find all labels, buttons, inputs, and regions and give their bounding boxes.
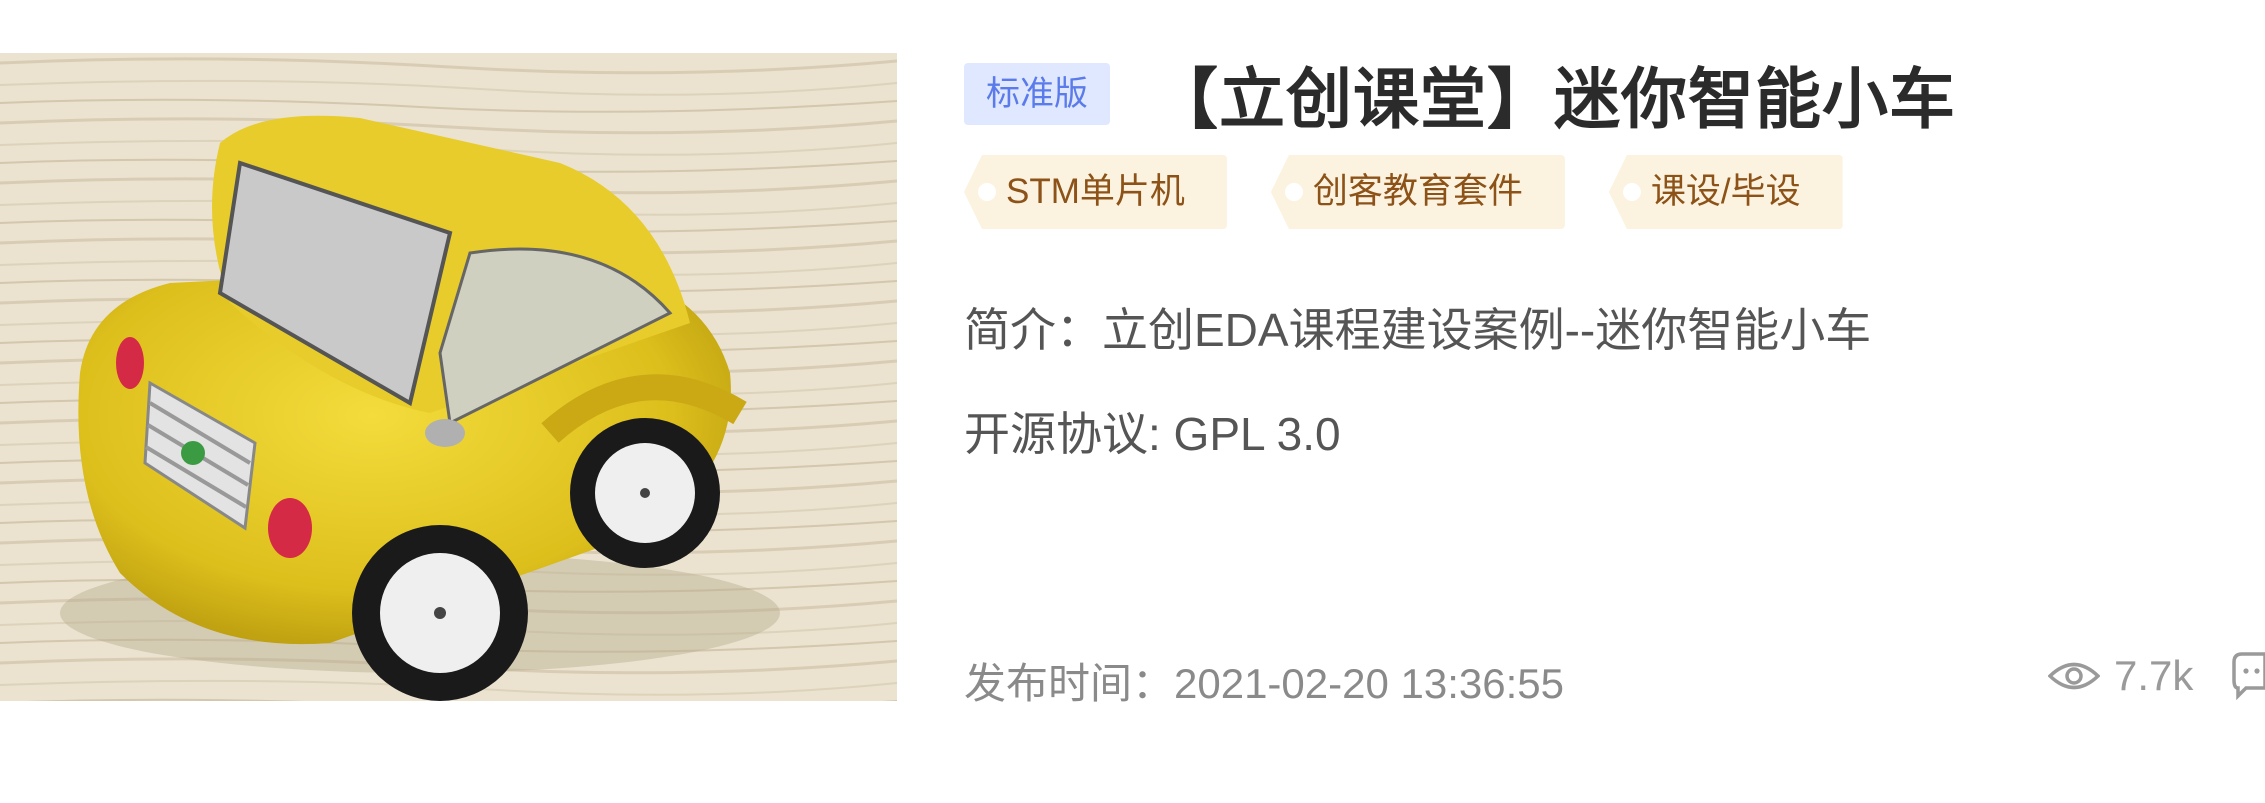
publish-time: 发布时间：2021-02-20 13:36:55	[964, 660, 1564, 707]
tag-hole-icon	[978, 183, 996, 201]
project-card[interactable]: 标准版 【立创课堂】迷你智能小车 STM单片机 创客教育套件 课设/毕设 简介：…	[0, 0, 2265, 803]
title-row: 标准版 【立创课堂】迷你智能小车	[964, 58, 1956, 136]
edition-badge: 标准版	[964, 63, 1110, 125]
tag-course-design[interactable]: 课设/毕设	[1608, 155, 1843, 229]
meta-row: 发布时间：2021-02-20 13:36:55 7.7k	[964, 650, 2265, 710]
project-info: 标准版 【立创课堂】迷你智能小车 STM单片机 创客教育套件 课设/毕设 简介：…	[964, 0, 2265, 803]
tag-label: 创客教育套件	[1312, 172, 1523, 211]
tag-hole-icon	[1622, 183, 1641, 201]
view-counter: 7.7k	[2048, 652, 2193, 700]
eye-icon	[2048, 662, 2100, 690]
project-license: 开源协议: GPL 3.0	[964, 408, 1341, 460]
comment-icon[interactable]	[2232, 650, 2265, 700]
tag-list: STM单片机 创客教育套件 课设/毕设	[964, 155, 1843, 229]
tag-hole-icon	[1284, 183, 1303, 201]
car-photo	[0, 53, 897, 701]
project-summary: 简介：立创EDA课程建设案例--迷你智能小车	[964, 304, 1872, 356]
tag-maker-education-kit[interactable]: 创客教育套件	[1270, 155, 1565, 229]
tag-label: STM单片机	[1006, 172, 1185, 211]
tag-stm-mcu[interactable]: STM单片机	[964, 155, 1227, 229]
view-count: 7.7k	[2114, 652, 2194, 699]
project-thumbnail[interactable]	[0, 53, 897, 701]
project-title[interactable]: 【立创课堂】迷你智能小车	[1152, 46, 1956, 142]
tag-label: 课设/毕设	[1650, 172, 1801, 211]
